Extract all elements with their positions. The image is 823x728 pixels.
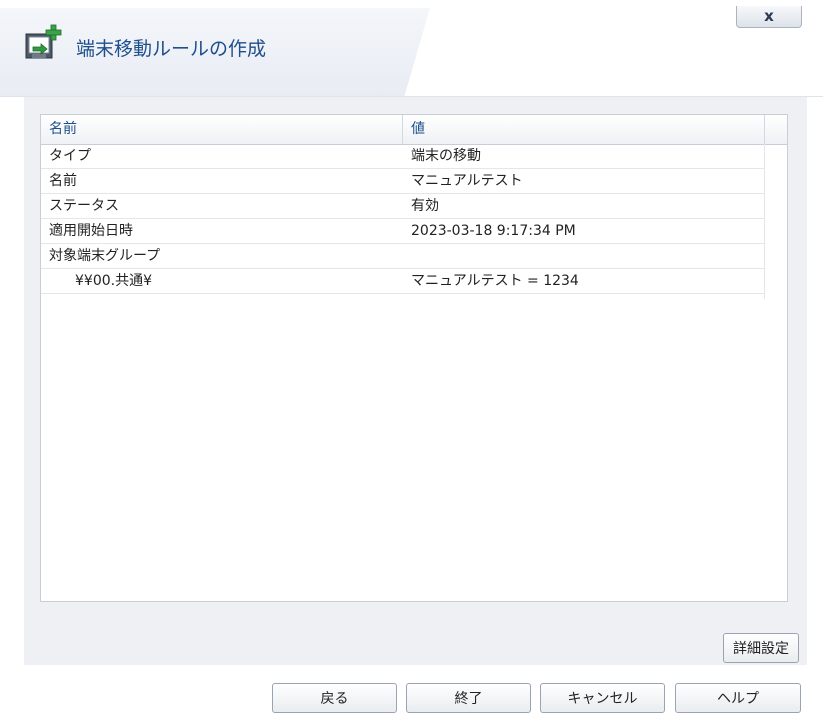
row-value: マニュアルテスト = 1234 (411, 273, 579, 289)
table-row[interactable]: ¥¥00.共通¥ マニュアルテスト = 1234 (41, 269, 765, 294)
finish-button[interactable]: 終了 (406, 683, 531, 713)
close-button[interactable]: x (736, 6, 802, 28)
create-terminal-move-rule-dialog: 端末移動ルールの作成 x 名前 値 タイプ 端末の移動 名前 マニュアルテスト … (0, 0, 823, 728)
table-row[interactable]: 適用開始日時 2023-03-18 9:17:34 PM (41, 219, 765, 244)
close-icon: x (764, 7, 774, 25)
column-header-value[interactable]: 値 (403, 115, 765, 144)
summary-table: 名前 値 タイプ 端末の移動 名前 マニュアルテスト ステータス 有効 適用開始… (40, 114, 788, 602)
back-button[interactable]: 戻る (272, 683, 397, 713)
dialog-title: 端末移動ルールの作成 (76, 38, 267, 60)
row-name: 名前 (49, 173, 77, 189)
row-name: タイプ (49, 148, 91, 164)
rows-border (764, 144, 765, 299)
table-row[interactable]: タイプ 端末の移動 (41, 144, 765, 169)
column-header-name[interactable]: 名前 (41, 115, 403, 144)
row-value: 端末の移動 (411, 148, 481, 164)
row-name: 適用開始日時 (49, 223, 133, 239)
row-value: マニュアルテスト (411, 173, 523, 189)
help-button[interactable]: ヘルプ (675, 683, 801, 713)
table-row[interactable]: 名前 マニュアルテスト (41, 169, 765, 194)
row-name: ¥¥00.共通¥ (75, 273, 152, 289)
advanced-settings-button[interactable]: 詳細設定 (723, 633, 799, 663)
table-row[interactable]: 対象端末グループ (41, 244, 765, 269)
row-name: ステータス (49, 198, 119, 214)
table-row[interactable]: ステータス 有効 (41, 194, 765, 219)
column-header-filler (765, 115, 787, 144)
row-name: 対象端末グループ (49, 248, 161, 264)
cancel-button[interactable]: キャンセル (540, 683, 665, 713)
row-value: 有効 (411, 198, 439, 214)
table-header: 名前 値 (41, 115, 787, 145)
row-value: 2023-03-18 9:17:34 PM (411, 223, 576, 239)
computer-add-arrow-icon (24, 24, 64, 64)
